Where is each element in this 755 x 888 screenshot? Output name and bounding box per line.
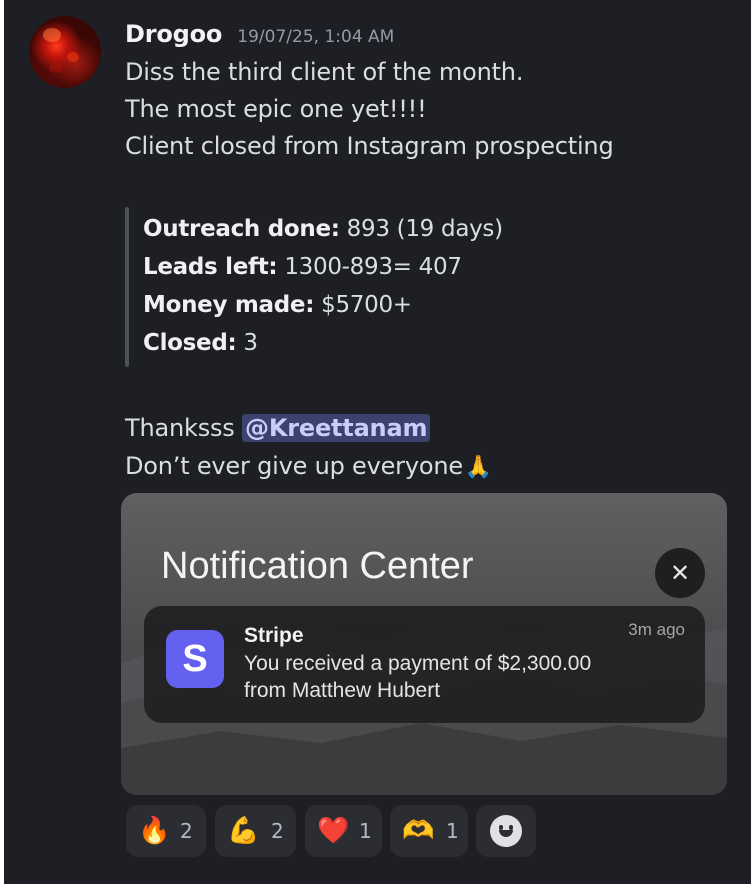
notification-time: 3m ago xyxy=(628,620,685,639)
notification-center-title: Notification Center xyxy=(161,545,474,587)
closing-line: Don’t ever give up everyone🙏 xyxy=(125,452,492,480)
quote-label: Outreach done: xyxy=(143,216,340,242)
reaction-count: 2 xyxy=(271,819,284,843)
reaction-heart-hands[interactable]: 🫶 1 xyxy=(390,805,468,857)
avatar[interactable] xyxy=(29,16,101,88)
quote-label: Money made: xyxy=(143,292,315,318)
blockquote-bar xyxy=(125,207,129,367)
fire-icon: 🔥 xyxy=(138,816,171,846)
notification-card: S Stripe 3m ago You received a payment o… xyxy=(144,606,705,723)
stripe-logo-icon: S xyxy=(166,630,224,688)
smiley-icon xyxy=(490,815,522,847)
attached-image[interactable]: Notification Center ✕ S Stripe 3m ago Yo… xyxy=(121,493,727,795)
quote-value: $5700+ xyxy=(314,292,412,318)
add-reaction-button[interactable] xyxy=(476,805,536,857)
user-mention[interactable]: @Kreettanam xyxy=(242,414,431,442)
flexed-biceps-icon: 💪 xyxy=(227,816,260,846)
quote-line-money: Money made: $5700+ xyxy=(143,292,412,318)
message-header: Drogoo 19/07/25, 1:04 AM xyxy=(125,20,394,50)
close-icon: ✕ xyxy=(655,548,705,598)
message-timestamp: 19/07/25, 1:04 AM xyxy=(237,27,395,47)
reaction-heart[interactable]: ❤️ 1 xyxy=(305,805,382,857)
quote-label: Closed: xyxy=(143,330,237,356)
reaction-count: 1 xyxy=(446,819,459,843)
chat-message: Drogoo 19/07/25, 1:04 AM Diss the third … xyxy=(4,0,751,884)
message-line: The most epic one yet!!!! xyxy=(125,95,427,123)
reaction-fire[interactable]: 🔥 2 xyxy=(126,805,206,857)
heart-icon: ❤️ xyxy=(317,816,350,846)
quote-value: 3 xyxy=(236,330,258,356)
quote-label: Leads left: xyxy=(143,254,278,280)
reaction-flexed-biceps[interactable]: 💪 2 xyxy=(215,805,296,857)
closing-text: Don’t ever give up everyone xyxy=(125,452,463,480)
heart-hands-icon: 🫶 xyxy=(402,816,435,846)
message-line: Client closed from Instagram prospecting xyxy=(125,132,614,160)
quote-line-closed: Closed: 3 xyxy=(143,330,258,356)
thanks-text: Thanksss xyxy=(125,414,243,442)
quote-line-outreach: Outreach done: 893 (19 days) xyxy=(143,216,503,242)
quote-value: 893 (19 days) xyxy=(339,216,503,242)
notification-body-line: from Matthew Hubert xyxy=(244,679,441,702)
screenshot-frame: Drogoo 19/07/25, 1:04 AM Diss the third … xyxy=(0,0,755,888)
thanks-line: Thanksss @Kreettanam xyxy=(125,414,431,442)
pray-emoji-icon: 🙏 xyxy=(464,455,493,480)
reaction-count: 1 xyxy=(359,819,372,843)
quote-line-leads: Leads left: 1300-893= 407 xyxy=(143,254,462,280)
message-line: Diss the third client of the month. xyxy=(125,58,524,86)
notification-app-name: Stripe xyxy=(244,624,304,647)
notification-body: You received a payment of $2,300.00 from… xyxy=(244,650,591,704)
reaction-count: 2 xyxy=(180,819,193,843)
username[interactable]: Drogoo xyxy=(125,20,222,48)
quote-value: 1300-893= 407 xyxy=(277,254,462,280)
notification-body-line: You received a payment of $2,300.00 xyxy=(244,652,592,675)
